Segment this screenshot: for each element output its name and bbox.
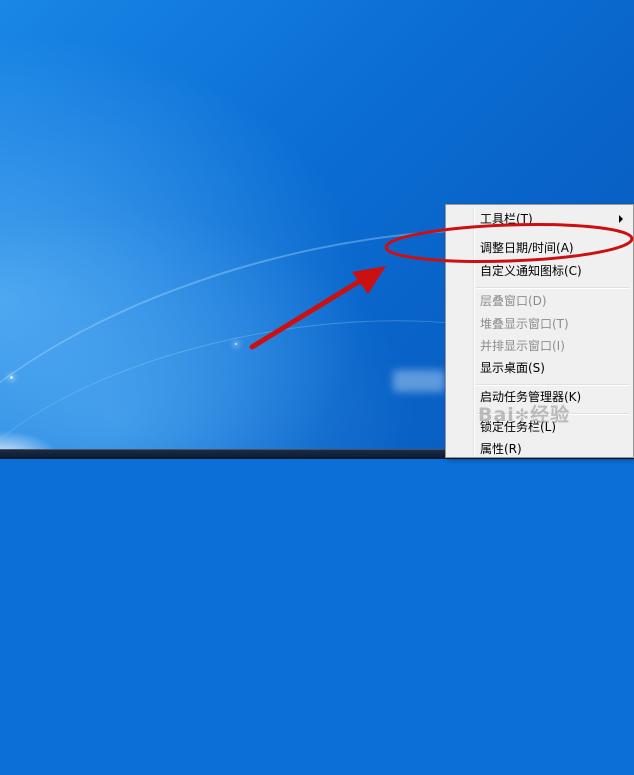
highlight-ellipse [384,223,634,263]
annotation-overlay [249,223,634,350]
pointer-arrow-shaft [249,273,371,350]
